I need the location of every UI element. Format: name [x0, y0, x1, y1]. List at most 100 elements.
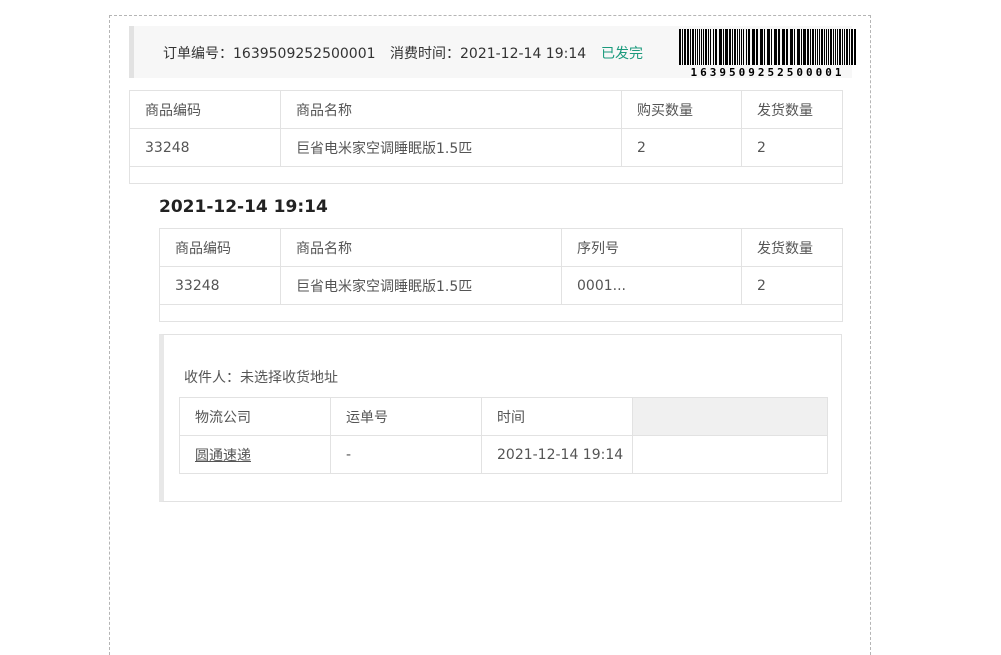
table-footer-row	[129, 166, 843, 184]
barcode-bar	[849, 29, 850, 65]
header-cell: 商品名称	[280, 228, 562, 267]
header-cell: 商品编码	[129, 90, 281, 129]
barcode-bar	[760, 29, 763, 65]
barcode-bar	[737, 29, 738, 65]
barcode-bar	[719, 29, 722, 65]
barcode-bar	[746, 29, 747, 65]
barcode-bar	[756, 29, 758, 65]
logistics-time: 2021-12-14 19:14	[481, 435, 633, 474]
barcode-bar	[764, 29, 765, 65]
barcode-bar	[713, 29, 714, 65]
barcode-bar	[687, 29, 689, 65]
logistics-company-link[interactable]: 圆通速递	[179, 435, 331, 474]
barcode-bars	[679, 29, 856, 65]
barcode-bar	[824, 29, 825, 65]
barcode-bar	[782, 29, 785, 65]
barcode-bar	[732, 29, 733, 65]
barcode-bar	[697, 29, 698, 65]
barcode-bar	[679, 29, 681, 65]
barcode-bar	[767, 29, 770, 65]
barcode-bar	[819, 29, 820, 65]
serial-number-link[interactable]: 0001...	[561, 266, 742, 305]
barcode-bar	[774, 29, 777, 65]
order-number: 订单编号：1639509252500001	[163, 43, 376, 63]
receiver-info: 收件人：未选择收货地址	[184, 367, 338, 387]
order-number-value: 1639509252500001	[233, 46, 376, 62]
barcode-bar	[803, 29, 806, 65]
header-cell: 发货数量	[741, 228, 843, 267]
order-time-value: 2021-12-14 19:14	[460, 46, 587, 62]
footer-cell	[159, 304, 843, 322]
header-cell: 购买数量	[621, 90, 742, 129]
logistics-extra	[632, 435, 828, 474]
barcode-bar	[786, 29, 788, 65]
barcode-bar	[810, 29, 811, 65]
barcode-bar	[790, 29, 793, 65]
order-header: 订单编号：1639509252500001 消费时间：2021-12-14 19…	[129, 26, 856, 79]
barcode-bar	[807, 29, 809, 65]
barcode-bar	[821, 29, 823, 65]
barcode-bar	[692, 29, 694, 65]
barcode-bar	[794, 29, 795, 65]
barcode-bar	[715, 29, 717, 65]
header-cell-blank	[632, 397, 828, 436]
barcode-bar	[778, 29, 780, 65]
order-number-label: 订单编号：	[163, 46, 233, 62]
goods-code: 33248	[159, 266, 281, 305]
barcode-bar	[748, 29, 750, 65]
barcode-bar	[752, 29, 755, 65]
barcode-bar	[830, 29, 832, 65]
barcode-bar	[835, 29, 836, 65]
barcode-bar	[812, 29, 814, 65]
barcode-bar	[817, 29, 818, 65]
barcode-bar	[833, 29, 834, 65]
barcode-bar	[734, 29, 736, 65]
table-header-row: 商品编码 商品名称 购买数量 发货数量	[129, 90, 843, 129]
barcode-bar	[741, 29, 742, 65]
logistics-table: 物流公司 运单号 时间 圆通速递 - 2021-12-14 19:14	[179, 397, 828, 474]
order-status-badge: 已发完	[601, 46, 643, 62]
barcode-bar	[828, 29, 829, 65]
table-row: 33248 巨省电米家空调睡眠版1.5匹 2 2	[129, 128, 843, 167]
receiver-value: 未选择收货地址	[240, 370, 338, 386]
barcode-bar	[771, 29, 772, 65]
barcode-bar	[705, 29, 707, 65]
table-header-row: 物流公司 运单号 时间	[179, 397, 828, 436]
logistics-panel: 收件人：未选择收货地址 物流公司 运单号 时间 圆通速递 - 2021-12-1…	[159, 334, 842, 502]
header-cell: 运单号	[330, 397, 482, 436]
ship-quantity: 2	[741, 128, 843, 167]
ship-quantity: 2	[741, 266, 843, 305]
header-cell: 商品名称	[280, 90, 622, 129]
barcode-bar	[739, 29, 740, 65]
barcode-bar	[690, 29, 691, 65]
table-footer-row	[159, 304, 843, 322]
order-time-label: 消费时间：	[390, 46, 460, 62]
goods-name: 巨省电米家空调睡眠版1.5匹	[280, 128, 622, 167]
barcode-bar	[842, 29, 843, 65]
order-time: 消费时间：2021-12-14 19:14	[390, 43, 586, 63]
header-cell: 序列号	[561, 228, 742, 267]
barcode: 1639509252500001	[679, 29, 856, 79]
table-row: 33248 巨省电米家空调睡眠版1.5匹 0001... 2	[159, 266, 843, 305]
goods-name: 巨省电米家空调睡眠版1.5匹	[280, 266, 562, 305]
barcode-bar	[703, 29, 704, 65]
header-cell: 时间	[481, 397, 633, 436]
goods-table: 商品编码 商品名称 购买数量 发货数量 33248 巨省电米家空调睡眠版1.5匹…	[129, 90, 843, 184]
shipment-time-heading: 2021-12-14 19:14	[159, 197, 328, 217]
barcode-bar	[851, 29, 853, 65]
barcode-bar	[723, 29, 724, 65]
buy-quantity: 2	[621, 128, 742, 167]
shipment-goods-table: 商品编码 商品名称 序列号 发货数量 33248 巨省电米家空调睡眠版1.5匹 …	[159, 228, 843, 322]
barcode-bar	[815, 29, 816, 65]
barcode-bar	[826, 29, 827, 65]
table-header-row: 商品编码 商品名称 序列号 发货数量	[159, 228, 843, 267]
barcode-bar	[682, 29, 683, 65]
goods-code: 33248	[129, 128, 281, 167]
waybill-number: -	[330, 435, 482, 474]
barcode-bar	[743, 29, 744, 65]
barcode-bar	[729, 29, 731, 65]
barcode-bar	[854, 29, 856, 65]
footer-cell	[129, 166, 843, 184]
header-cell: 物流公司	[179, 397, 331, 436]
receiver-label: 收件人：	[184, 370, 240, 386]
